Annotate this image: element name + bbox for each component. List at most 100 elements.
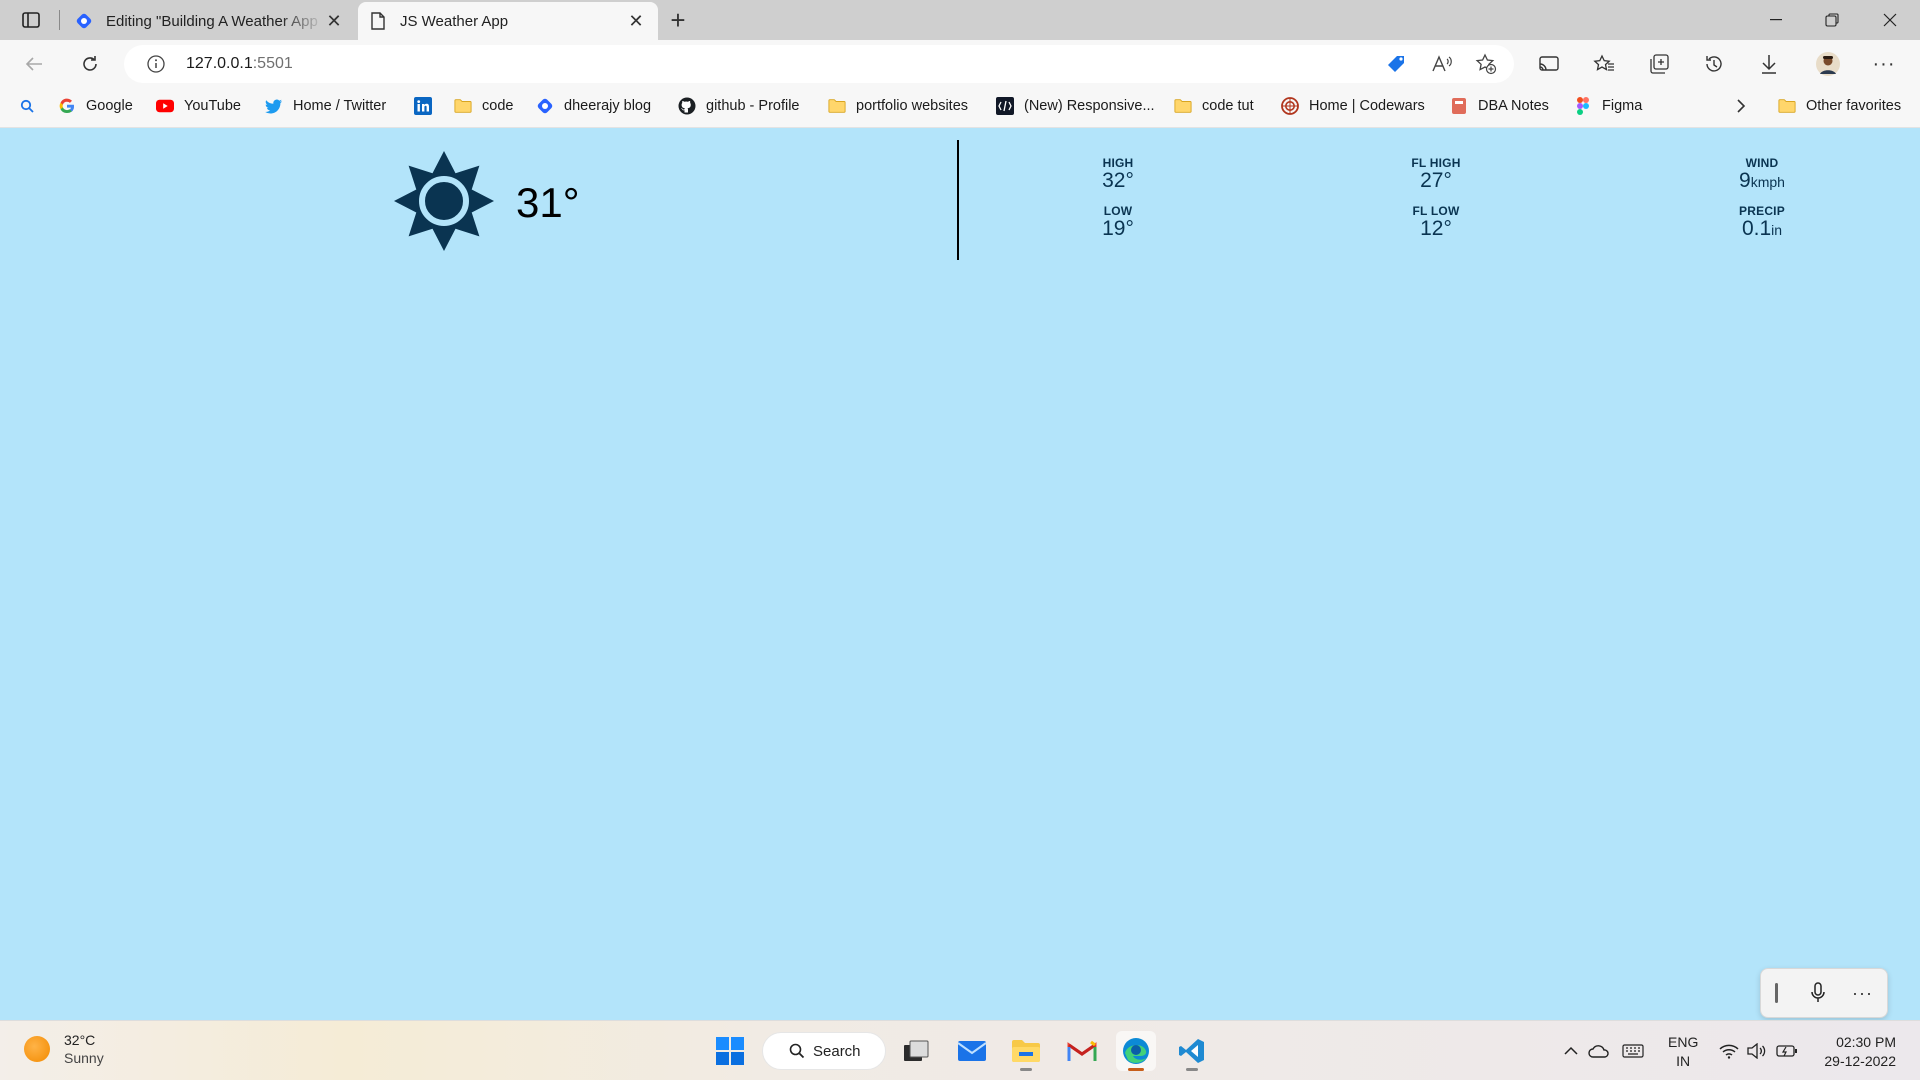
minimize-icon[interactable]: [1748, 0, 1804, 40]
vscode-icon[interactable]: [1172, 1031, 1212, 1071]
search-label: Search: [813, 1042, 861, 1060]
tab-actions-icon[interactable]: [14, 8, 48, 32]
bookmark-folder-portfolio[interactable]: portfolio websites: [828, 88, 968, 124]
bookmark-label: code: [482, 98, 514, 114]
stat-label: WIND: [1745, 156, 1779, 170]
stat-value: 19°: [1102, 217, 1134, 240]
more-options-icon[interactable]: ···: [1852, 983, 1873, 1004]
wifi-icon[interactable]: [1718, 1041, 1740, 1061]
favorites-icon[interactable]: [1588, 48, 1620, 80]
stat-value: 27°: [1420, 169, 1452, 192]
bookmarks-overflow-chevron-icon[interactable]: [1736, 88, 1746, 124]
edge-browser-icon[interactable]: [1116, 1031, 1156, 1071]
file-explorer-icon[interactable]: [1006, 1031, 1046, 1071]
clock-time: 02:30 PM: [1836, 1034, 1896, 1050]
wind-value: 9: [1739, 169, 1751, 192]
refresh-icon[interactable]: [74, 48, 106, 80]
bookmark-codewars[interactable]: Home | Codewars: [1281, 88, 1425, 124]
tab-editing-blog[interactable]: Editing "Building A Weather App ✕: [64, 2, 356, 40]
running-indicator: [1186, 1068, 1198, 1071]
weather-widget-temp: 32°C: [64, 1032, 96, 1048]
url-port: :5501: [252, 55, 293, 72]
stat-label: PRECIP: [1739, 204, 1785, 218]
bookmark-label: Other favorites: [1806, 98, 1902, 114]
close-tab-icon[interactable]: ✕: [324, 11, 344, 31]
read-aloud-icon[interactable]: [1430, 52, 1454, 76]
site-info-icon[interactable]: [146, 54, 166, 74]
google-icon: [58, 97, 76, 115]
hashnode-icon: [74, 11, 94, 31]
bookmark-folder-code[interactable]: code: [454, 88, 513, 124]
history-icon[interactable]: [1698, 48, 1730, 80]
stat-value: 12°: [1420, 217, 1452, 240]
bookmark-dheerajy-blog[interactable]: dheerajy blog: [536, 88, 651, 124]
sun-icon: [392, 149, 496, 258]
bookmark-figma[interactable]: Figma: [1574, 88, 1642, 124]
battery-icon[interactable]: [1776, 1041, 1798, 1061]
back-arrow-icon[interactable]: [18, 48, 50, 80]
bookmark-search[interactable]: [18, 88, 36, 124]
microphone-icon[interactable]: [1808, 981, 1828, 1005]
start-button[interactable]: [710, 1031, 750, 1071]
show-hidden-icons-chevron-icon[interactable]: [1560, 1041, 1582, 1061]
tab-js-weather-app[interactable]: JS Weather App ✕: [358, 2, 658, 40]
section-divider: [957, 140, 959, 260]
keyboard-icon[interactable]: [1622, 1041, 1644, 1061]
close-window-icon[interactable]: [1862, 0, 1918, 40]
bookmark-google[interactable]: Google: [58, 88, 133, 124]
stat-label: FL LOW: [1412, 204, 1460, 218]
bookmark-linkedin[interactable]: [414, 88, 432, 124]
add-favorite-icon[interactable]: [1474, 52, 1498, 76]
notes-icon: [1450, 97, 1468, 115]
running-indicator: [1128, 1068, 1144, 1071]
system-clock[interactable]: 02:30 PM 29-12-2022: [1816, 1033, 1896, 1071]
input-language-indicator[interactable]: ENG IN: [1668, 1033, 1698, 1071]
downloads-icon[interactable]: [1753, 48, 1785, 80]
stat-value: 32°: [1102, 169, 1134, 192]
stat-low: LOW 19°: [1058, 204, 1178, 240]
restore-icon[interactable]: [1804, 0, 1860, 40]
taskbar-search[interactable]: Search: [762, 1032, 886, 1070]
taskbar: 32°C Sunny Search ENG IN 02:30 PM 29-12-…: [0, 1020, 1920, 1080]
bookmark-folder-code-tut[interactable]: code tut: [1174, 88, 1254, 124]
mail-icon[interactable]: [952, 1031, 992, 1071]
bookmark-label: dheerajy blog: [564, 98, 652, 114]
tab-strip: Editing "Building A Weather App ✕ JS Wea…: [0, 0, 1920, 40]
sun-icon: [24, 1036, 50, 1062]
collections-icon[interactable]: [1643, 48, 1675, 80]
folder-icon: [1174, 97, 1192, 115]
task-view-icon[interactable]: [896, 1031, 936, 1071]
linkedin-icon: [414, 97, 432, 115]
cast-icon[interactable]: [1533, 48, 1565, 80]
stat-label: LOW: [1103, 204, 1133, 218]
weather-app-page: 31° HIGH 32° LOW 19° FL HIGH 27° FL LOW …: [0, 128, 1920, 1020]
bookmark-dba-notes[interactable]: DBA Notes: [1450, 88, 1549, 124]
bookmark-label: github - Profile: [706, 98, 800, 114]
tab-title: JS Weather App: [400, 12, 509, 30]
settings-more-icon[interactable]: ···: [1868, 48, 1900, 80]
running-indicator: [1020, 1068, 1032, 1071]
drag-handle[interactable]: [1775, 983, 1778, 1003]
address-bar[interactable]: 127.0.0.1:5501: [124, 45, 1514, 83]
youtube-icon: [156, 97, 174, 115]
taskbar-weather-widget[interactable]: 32°C Sunny: [24, 1031, 104, 1067]
bookmark-label: Home / Twitter: [293, 98, 387, 114]
onedrive-cloud-icon[interactable]: [1588, 1041, 1610, 1061]
search-icon: [18, 97, 36, 115]
bookmark-responsive[interactable]: (New) Responsive...: [996, 88, 1155, 124]
bookmark-other-favorites[interactable]: Other favorites: [1778, 88, 1901, 124]
close-tab-icon[interactable]: ✕: [626, 11, 646, 31]
bookmark-label: code tut: [1202, 98, 1254, 114]
profile-avatar[interactable]: [1812, 48, 1844, 80]
coupon-tag-icon[interactable]: [1384, 52, 1408, 76]
folder-icon: [1778, 97, 1796, 115]
stat-high: HIGH 32°: [1058, 156, 1178, 192]
search-icon: [789, 1043, 805, 1059]
new-tab-button[interactable]: +: [664, 7, 692, 33]
volume-icon[interactable]: [1746, 1041, 1768, 1061]
bookmark-youtube[interactable]: YouTube: [156, 88, 241, 124]
bookmark-twitter[interactable]: Home / Twitter: [265, 88, 386, 124]
bookmark-github[interactable]: github - Profile: [678, 88, 800, 124]
gmail-icon[interactable]: [1062, 1031, 1102, 1071]
bookmark-label: Home | Codewars: [1309, 98, 1425, 114]
